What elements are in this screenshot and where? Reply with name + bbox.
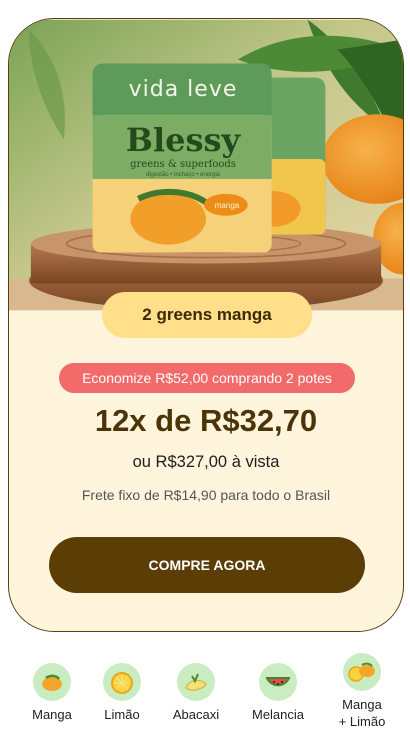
lemon-icon — [103, 663, 141, 701]
brand-logo: vida leve — [128, 77, 238, 102]
mango-lemon-icon — [343, 653, 381, 691]
flavor-option-melancia[interactable]: Melancia — [242, 662, 314, 723]
product-badge: 2 greens manga — [102, 292, 312, 338]
flavor-option-manga[interactable]: Manga — [16, 662, 88, 723]
flavor-label: Abacaxi — [172, 707, 220, 722]
flavor-label: Melancia — [251, 707, 305, 722]
buy-now-button[interactable]: COMPRE AGORA — [49, 537, 365, 593]
flavor-label: Manga — [32, 707, 72, 722]
product-tagline: digestão • inchaço • energia — [145, 172, 221, 178]
cash-price: ou R$327,00 à vista — [132, 453, 280, 471]
shipping-info: Frete fixo de R$14,90 para todo o Brasil — [81, 487, 331, 503]
pineapple-icon — [177, 663, 215, 701]
flavor-option-abacaxi[interactable]: Abacaxi — [160, 662, 232, 723]
watermelon-icon — [259, 663, 297, 701]
mango-icon — [33, 663, 71, 701]
flavor-option-limao[interactable]: Limão — [86, 662, 158, 723]
product-name: Blessy — [125, 121, 241, 159]
savings-badge: Economize R$52,00 comprando 2 potes — [59, 363, 355, 393]
installment-price: 12x de R$32,70 — [94, 403, 318, 438]
flavor-selector: Manga Limão Abacaxi Melancia Manga + Lim… — [0, 648, 410, 752]
product-subtitle: greens & superfoods — [130, 159, 236, 170]
product-card: vida leve Blessy greens & superfoods dig… — [8, 18, 404, 632]
flavor-tag: manga — [214, 201, 240, 210]
flavor-label: Manga + Limão — [338, 697, 386, 729]
flavor-option-manga-limao[interactable]: Manga + Limão — [326, 652, 398, 730]
flavor-label: Limão — [104, 707, 140, 722]
